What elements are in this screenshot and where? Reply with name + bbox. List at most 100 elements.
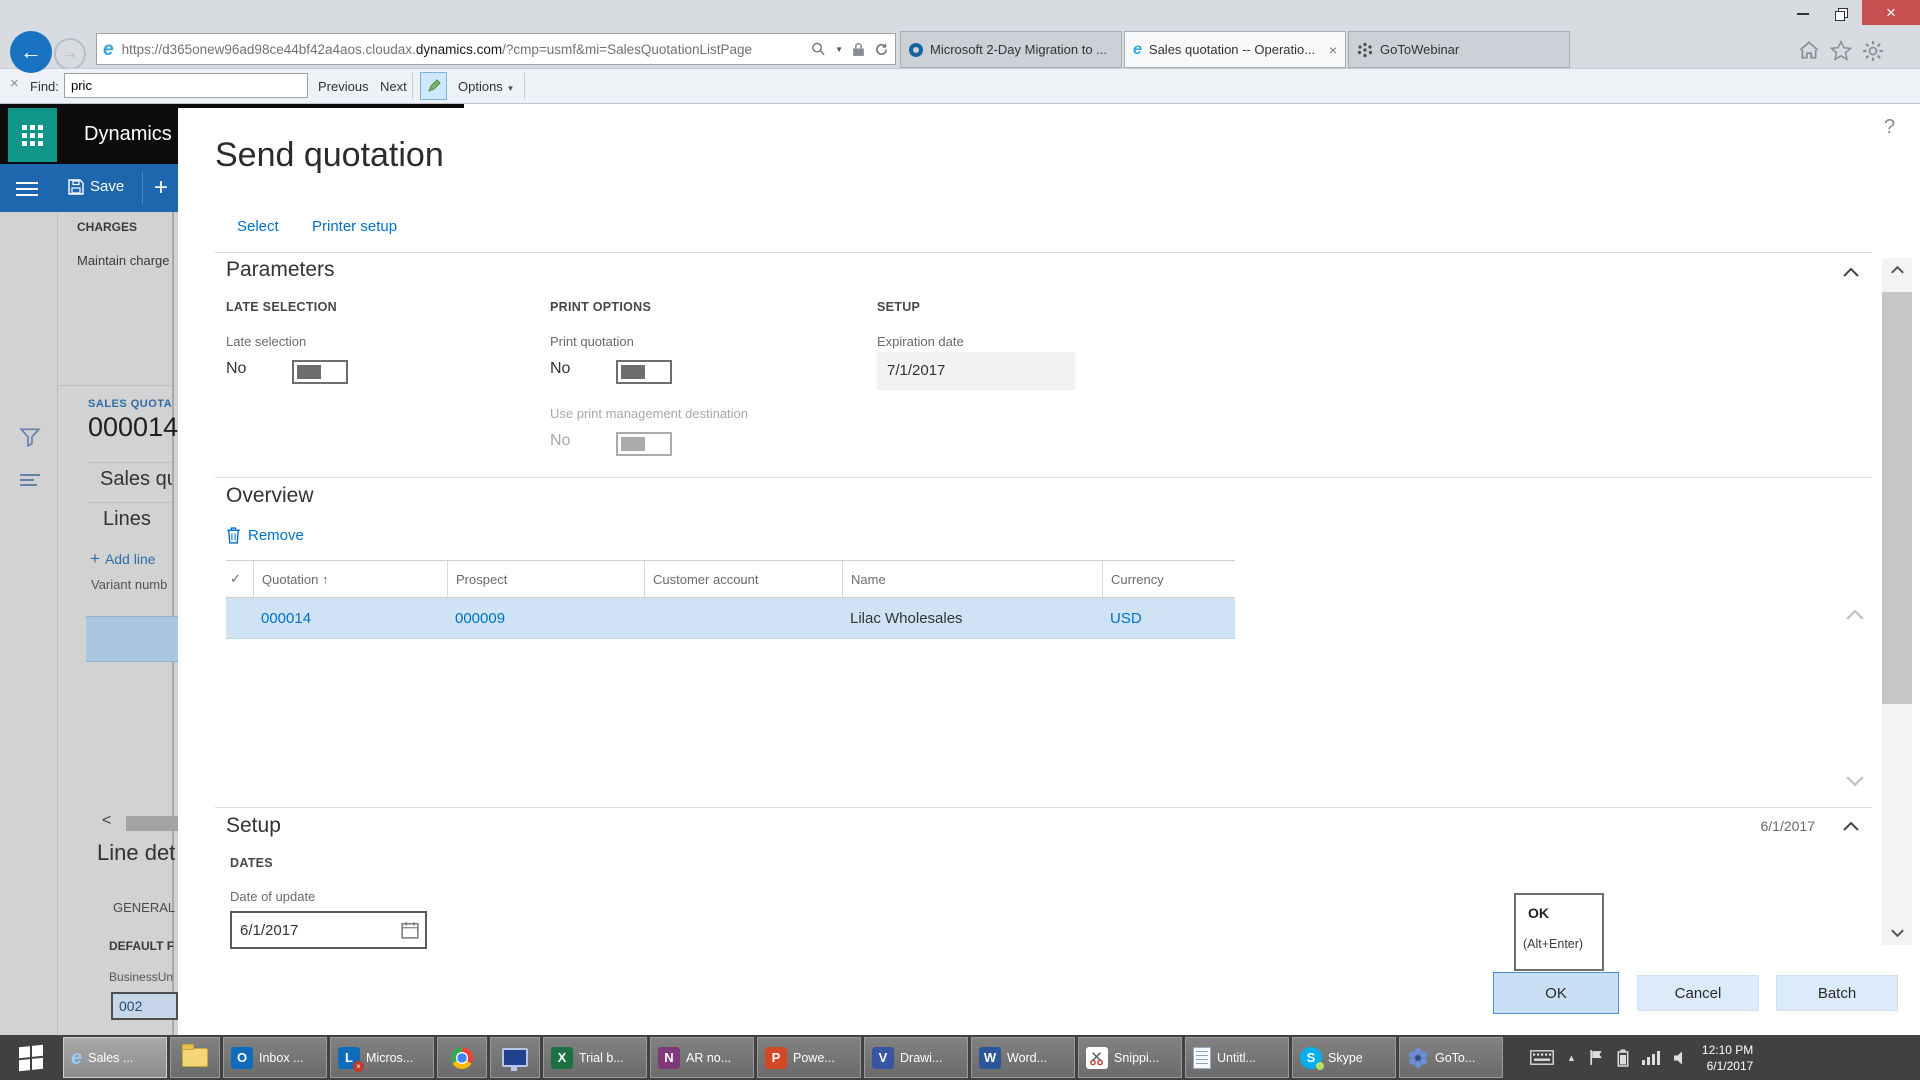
expiration-date-field[interactable]: 7/1/2017 (877, 352, 1075, 390)
date-of-update-field[interactable]: 6/1/2017 (230, 911, 427, 949)
taskbar-excel[interactable]: X Trial b... (543, 1037, 647, 1078)
late-selection-toggle[interactable] (292, 360, 348, 384)
find-close-icon[interactable]: × (10, 76, 19, 91)
tab-sales-quotation[interactable]: e Sales quotation -- Operatio... × (1124, 31, 1346, 68)
column-header-prospect[interactable]: Prospect (447, 561, 644, 597)
taskbar-outlook[interactable]: O Inbox ... (223, 1037, 327, 1078)
cell-customer-account[interactable] (644, 598, 842, 638)
dialog-scrollbar[interactable] (1882, 258, 1912, 945)
taskbar-skype[interactable]: S Skype (1292, 1037, 1396, 1078)
address-bar[interactable]: e https://d365onew96ad98ce44bf42a4aos.cl… (96, 33, 896, 65)
filter-icon[interactable] (19, 426, 41, 453)
divider (412, 73, 413, 99)
url-text[interactable]: https://d365onew96ad98ce44bf42a4aos.clou… (122, 42, 812, 57)
collapse-parameters-icon[interactable] (1843, 268, 1859, 277)
favorites-button[interactable] (1830, 40, 1852, 66)
action-center-flag-icon[interactable] (1589, 1049, 1604, 1066)
remove-button[interactable]: Remove (226, 527, 304, 544)
remove-label: Remove (248, 527, 304, 544)
find-previous-button[interactable]: Previous (318, 79, 369, 94)
cell-quotation[interactable]: 000014 (253, 598, 447, 638)
row-select-cell[interactable] (226, 598, 253, 638)
taskbar-chrome[interactable] (437, 1037, 487, 1078)
start-button[interactable] (2, 1037, 60, 1078)
back-arrow-icon: ← (20, 39, 42, 65)
network-signal-icon[interactable] (1642, 1050, 1660, 1065)
menu-item-maintain-charges[interactable]: Maintain charge (77, 253, 172, 268)
touch-keyboard-icon[interactable] (1530, 1050, 1554, 1065)
tab-migration[interactable]: Microsoft 2-Day Migration to ... (900, 31, 1122, 68)
column-header-currency[interactable]: Currency (1102, 561, 1233, 597)
close-button[interactable]: × (1862, 0, 1920, 25)
line-details-heading: Line deta (97, 840, 175, 866)
scroll-down-icon[interactable] (1882, 929, 1912, 937)
add-line-button[interactable]: + Add line (90, 549, 156, 569)
save-label: Save (90, 178, 124, 195)
back-button[interactable]: ← (10, 31, 52, 73)
find-input[interactable] (64, 73, 308, 98)
tray-expand-icon[interactable]: ▲ (1567, 1053, 1576, 1063)
taskbar-word[interactable]: W Word... (971, 1037, 1075, 1078)
tab-general[interactable]: GENERAL (113, 900, 175, 915)
scroll-up-icon[interactable] (1882, 258, 1912, 274)
cell-name[interactable]: Lilac Wholesales (842, 598, 1102, 638)
search-icon[interactable] (811, 41, 826, 57)
minimize-button[interactable] (1786, 3, 1820, 25)
printer-setup-link[interactable]: Printer setup (312, 218, 397, 235)
new-record-button[interactable]: + (154, 174, 168, 202)
column-header-name[interactable]: Name (842, 561, 1102, 597)
horizontal-scrollbar-thumb[interactable] (126, 816, 178, 831)
find-next-button[interactable]: Next (380, 79, 407, 94)
select-all-header[interactable]: ✓ (226, 561, 253, 597)
taskbar-notepad[interactable]: Untitl... (1185, 1037, 1289, 1078)
trash-icon (226, 527, 241, 544)
restore-button[interactable] (1824, 3, 1858, 25)
forward-button[interactable]: → (54, 38, 86, 70)
webinar-tab-icon (909, 43, 923, 57)
business-unit-field[interactable]: 002 (111, 992, 178, 1020)
column-header-quotation[interactable]: Quotation ↑ (253, 561, 447, 597)
taskbar-file-explorer[interactable] (170, 1037, 220, 1078)
help-button[interactable]: ? (1884, 116, 1895, 139)
taskbar-snipping-tool[interactable]: Snippi... (1078, 1037, 1182, 1078)
divider (57, 212, 58, 1035)
tab-gotowebinar[interactable]: GoToWebinar (1348, 31, 1570, 68)
settings-button[interactable] (1862, 40, 1884, 67)
calendar-icon[interactable] (401, 921, 419, 939)
cancel-button[interactable]: Cancel (1637, 975, 1759, 1011)
app-launcher-button[interactable] (8, 108, 57, 162)
refresh-icon[interactable] (874, 42, 889, 57)
battery-icon[interactable] (1617, 1049, 1629, 1067)
ok-button[interactable]: OK (1493, 972, 1619, 1014)
grid-row-selected[interactable]: 000014 000009 Lilac Wholesales USD (226, 598, 1235, 639)
grid-scroll-up-icon[interactable] (1846, 610, 1864, 620)
taskbar-lync[interactable]: L× Micros... (330, 1037, 434, 1078)
taskbar-internet-explorer[interactable]: e Sales ... (63, 1037, 167, 1078)
taskbar-visio[interactable]: V Drawi... (864, 1037, 968, 1078)
grid-scroll-down-icon[interactable] (1846, 776, 1864, 786)
column-header-customer-account[interactable]: Customer account (644, 561, 842, 597)
volume-icon[interactable] (1673, 1050, 1689, 1066)
taskbar-onenote[interactable]: N AR no... (650, 1037, 754, 1078)
save-button[interactable]: Save (68, 178, 124, 195)
tray-clock[interactable]: 12:10 PM 6/1/2017 (1702, 1042, 1753, 1074)
home-button[interactable] (1798, 40, 1820, 65)
search-dropdown-caret-icon[interactable]: ▼ (835, 45, 843, 54)
highlight-all-button[interactable] (420, 72, 447, 100)
collapse-setup-icon[interactable] (1843, 822, 1859, 831)
batch-button[interactable]: Batch (1776, 975, 1898, 1011)
selected-grid-cell[interactable] (86, 616, 178, 662)
scrollbar-thumb[interactable] (1882, 292, 1912, 704)
collapse-left-icon[interactable]: < (102, 812, 111, 830)
cell-prospect[interactable]: 000009 (447, 598, 644, 638)
cell-currency[interactable]: USD (1102, 598, 1233, 638)
tab-close-icon[interactable]: × (1329, 42, 1337, 58)
taskbar-goto-meeting[interactable]: GoTo... (1399, 1037, 1503, 1078)
taskbar-powerpoint[interactable]: P Powe... (757, 1037, 861, 1078)
print-quotation-toggle[interactable] (616, 360, 672, 384)
list-view-icon[interactable] (19, 472, 41, 493)
select-link[interactable]: Select (237, 218, 279, 235)
find-options-button[interactable]: Options ▼ (458, 79, 514, 94)
menu-button[interactable] (16, 178, 38, 200)
taskbar-remote-desktop[interactable] (490, 1037, 540, 1078)
